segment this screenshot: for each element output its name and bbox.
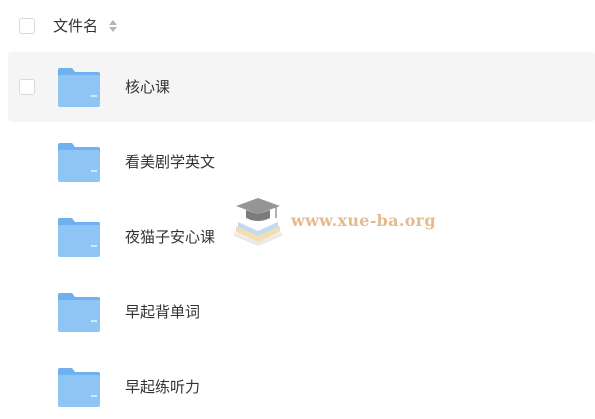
file-name[interactable]: 核心课 — [125, 77, 170, 97]
file-list: 文件名 核心课 看美剧学英文 夜猫子安心课 早起背单词 早起练听力 www.xu… — [0, 0, 595, 419]
sort-icon[interactable] — [108, 18, 118, 34]
file-name[interactable]: 早起练听力 — [125, 377, 200, 397]
column-header-filename[interactable]: 文件名 — [53, 16, 98, 36]
watermark: www.xue-ba.org — [228, 196, 436, 248]
folder-icon — [58, 368, 100, 407]
file-name[interactable]: 看美剧学英文 — [125, 152, 215, 172]
folder-icon — [58, 68, 100, 107]
file-row[interactable]: 早起背单词 — [8, 277, 595, 347]
select-all-checkbox[interactable] — [19, 18, 35, 34]
folder-icon — [58, 293, 100, 332]
file-row[interactable]: 看美剧学英文 — [8, 127, 595, 197]
file-name[interactable]: 早起背单词 — [125, 302, 200, 322]
file-row[interactable]: 早起练听力 — [8, 352, 595, 419]
folder-icon — [58, 218, 100, 257]
file-list-header: 文件名 — [0, 0, 595, 52]
watermark-text: www.xue-ba.org — [291, 211, 436, 230]
file-name[interactable]: 夜猫子安心课 — [125, 227, 215, 247]
graduation-cap-icon — [234, 198, 282, 246]
file-row[interactable]: 核心课 — [8, 52, 595, 122]
row-checkbox[interactable] — [19, 79, 35, 95]
folder-icon — [58, 143, 100, 182]
